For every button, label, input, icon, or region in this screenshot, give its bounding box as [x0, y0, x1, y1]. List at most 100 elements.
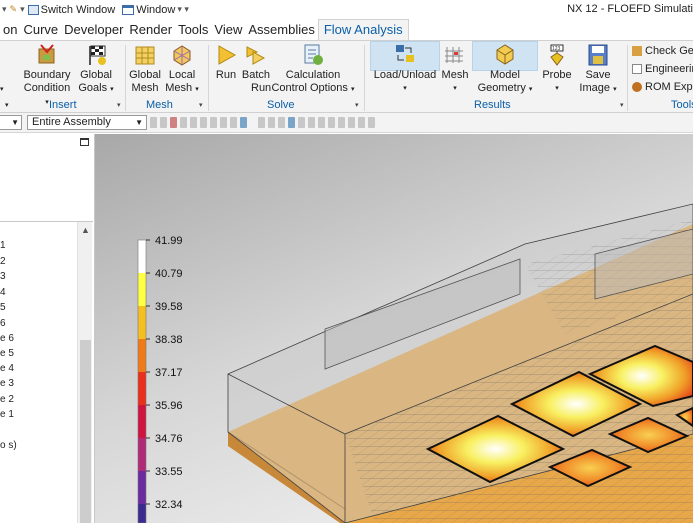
- svg-text:123: 123: [552, 46, 561, 52]
- scrollbar-thumb[interactable]: [80, 340, 91, 523]
- tab-tools[interactable]: Tools: [175, 19, 211, 40]
- snap-tool-icon[interactable]: [240, 117, 247, 128]
- batch-run-label-2: Run: [251, 82, 272, 94]
- tab-curve[interactable]: Curve: [20, 19, 61, 40]
- legend-swatch: [138, 306, 146, 339]
- snap-tool-icon[interactable]: [160, 117, 167, 128]
- run-play-icon: [218, 45, 237, 65]
- tab-developer[interactable]: Developer: [61, 19, 126, 40]
- snap-tool-icon[interactable]: [170, 117, 177, 128]
- dropdown-arrow-icon[interactable]: ▾: [2, 4, 7, 15]
- snap-tool-icon[interactable]: [220, 117, 227, 128]
- quick-access-toolbar: ▾ ✎ ▾ Switch Window Window ▾ ▾: [0, 4, 193, 16]
- model-geometry-label-block[interactable]: Model Geometry ▾: [472, 69, 538, 96]
- legend-label: 37.17: [155, 367, 183, 379]
- list-item[interactable]: 2: [0, 256, 6, 267]
- snap-tool-icon[interactable]: [180, 117, 187, 128]
- list-item[interactable]: 4: [0, 287, 6, 298]
- snap-tool-icon[interactable]: [150, 117, 157, 128]
- snap-tool-icon[interactable]: [210, 117, 217, 128]
- snap-tool-icon[interactable]: [258, 117, 265, 128]
- save-image-label-2: Image: [579, 82, 610, 94]
- batch-run-button[interactable]: Batch Run: [241, 43, 271, 95]
- snap-tool-icon[interactable]: [268, 117, 275, 128]
- boundary-condition-label-2: Condition: [23, 82, 71, 94]
- list-item[interactable]: e 5: [0, 348, 14, 359]
- switch-window-button[interactable]: Switch Window: [27, 4, 115, 16]
- tab-view[interactable]: View: [211, 19, 245, 40]
- results-mesh-button[interactable]: Mesh ▾: [441, 43, 469, 95]
- group-label-insert: Insert: [49, 99, 77, 111]
- list-item[interactable]: e 2: [0, 394, 14, 405]
- dropdown-arrow-icon[interactable]: ▾: [5, 101, 9, 109]
- snap-tool-icon[interactable]: [190, 117, 197, 128]
- load-unload-button[interactable]: [370, 41, 440, 71]
- type-filter-dropdown[interactable]: ▼: [0, 115, 22, 130]
- snap-tool-icon[interactable]: [230, 117, 237, 128]
- global-mesh-icon: [135, 46, 155, 65]
- panel-maximize-icon[interactable]: [80, 138, 89, 146]
- model-geometry-icon: [496, 44, 514, 65]
- group-label-results: Results: [474, 99, 511, 111]
- list-item[interactable]: e 1: [0, 409, 14, 420]
- probe-icon: 123: [550, 44, 564, 66]
- save-image-button[interactable]: Save Image ▾: [578, 43, 618, 96]
- check-geometry-button[interactable]: Check Geo: [632, 45, 693, 57]
- snap-tool-icon[interactable]: [288, 117, 295, 128]
- snap-tool-icon[interactable]: [338, 117, 345, 128]
- list-item[interactable]: o s): [0, 440, 17, 451]
- tab-application[interactable]: on: [0, 19, 20, 40]
- snap-tool-icon[interactable]: [278, 117, 285, 128]
- snap-tool-icon[interactable]: [328, 117, 335, 128]
- dropdown-arrow-icon[interactable]: ▾: [0, 85, 4, 93]
- group-expand-results-icon[interactable]: ▾: [620, 101, 624, 109]
- calculation-control-options-button[interactable]: Calculation Control Options ▾: [271, 43, 355, 96]
- touch-mode-icon[interactable]: ✎: [10, 4, 18, 15]
- tab-flow-analysis[interactable]: Flow Analysis: [317, 19, 409, 40]
- model-geometry-label-2: Geometry: [477, 82, 526, 94]
- dropdown-arrow-icon: ▾: [528, 86, 533, 93]
- probe-button[interactable]: 123 Probe ▾: [542, 43, 572, 95]
- window-label: Window: [136, 3, 176, 16]
- list-item[interactable]: 3: [0, 271, 6, 282]
- title-bar: ▾ ✎ ▾ Switch Window Window ▾ ▾ NX 12 - F…: [0, 0, 693, 19]
- list-item[interactable]: 5: [0, 302, 6, 313]
- tab-render[interactable]: Render: [126, 19, 175, 40]
- snap-tool-icon[interactable]: [318, 117, 325, 128]
- scope-filter-dropdown[interactable]: Entire Assembly ▼: [27, 115, 147, 130]
- local-mesh-button[interactable]: Local Mesh ▾: [164, 43, 200, 96]
- list-item[interactable]: 1: [0, 240, 6, 251]
- group-expand-solve-icon[interactable]: ▾: [355, 101, 359, 109]
- list-item[interactable]: e 3: [0, 378, 14, 389]
- group-expand-insert-icon[interactable]: ▾: [117, 101, 121, 109]
- list-item[interactable]: 6: [0, 318, 6, 329]
- snap-tool-icon[interactable]: [368, 117, 375, 128]
- legend-swatch: [138, 240, 146, 273]
- legend-swatch: [138, 405, 146, 438]
- legend-swatch: [138, 372, 146, 405]
- tab-assemblies[interactable]: Assemblies: [245, 19, 317, 40]
- snap-tool-icon[interactable]: [308, 117, 315, 128]
- list-item[interactable]: e 4: [0, 363, 14, 374]
- window-icon: [122, 4, 135, 15]
- model-geometry-button[interactable]: [472, 41, 538, 71]
- scroll-up-icon[interactable]: ▲: [81, 225, 90, 235]
- local-mesh-label-2: Mesh: [165, 82, 193, 94]
- snap-tool-icon[interactable]: [200, 117, 207, 128]
- engineering-database-button[interactable]: Engineering: [632, 63, 693, 75]
- global-goals-button[interactable]: Global Goals ▾: [77, 43, 115, 96]
- list-item[interactable]: e 6: [0, 333, 14, 344]
- group-expand-mesh-icon[interactable]: ▾: [199, 101, 203, 109]
- rom-export-button[interactable]: ROM Expo: [632, 81, 693, 93]
- graphics-viewport[interactable]: 41.99 40.79 39.58 38.38 37.17 35.96 34.7…: [95, 134, 693, 523]
- snap-tool-icon[interactable]: [298, 117, 305, 128]
- navigator-panel: 1 2 3 4 5 6 e 6 e 5 e 4 e 3 e 2 e 1 o s)…: [0, 134, 95, 523]
- panel-scrollbar[interactable]: ▲: [77, 222, 92, 523]
- run-button[interactable]: Run: [213, 43, 239, 82]
- snap-tool-icon[interactable]: [358, 117, 365, 128]
- window-menu-button[interactable]: Window ▾ ▾: [122, 4, 189, 16]
- snap-tool-icon[interactable]: [348, 117, 355, 128]
- load-unload-label-block[interactable]: Load/Unload ▾: [370, 69, 440, 95]
- global-mesh-button[interactable]: Global Mesh: [128, 43, 162, 95]
- dropdown-arrow-icon[interactable]: ▾: [20, 4, 25, 15]
